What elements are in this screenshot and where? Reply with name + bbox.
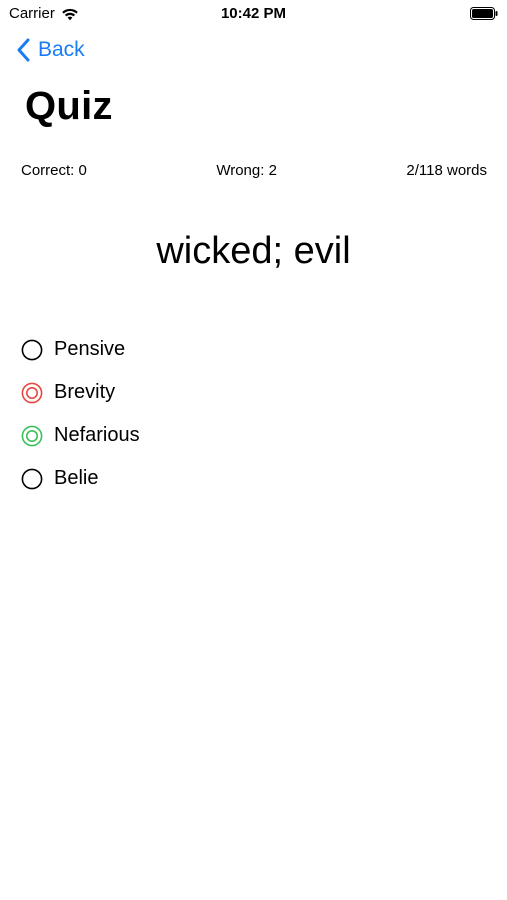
status-bar: Carrier 10:42 PM — [0, 0, 507, 28]
option-label: Brevity — [54, 381, 116, 403]
back-button-label: Back — [38, 38, 85, 61]
option-label: Pensive — [54, 338, 126, 360]
status-time: 10:42 PM — [220, 5, 287, 22]
progress-count: 2/118 words — [406, 162, 487, 179]
option-label: Belie — [54, 467, 99, 489]
option-brevity[interactable]: Brevity — [21, 371, 481, 414]
option-nefarious[interactable]: Nefarious — [21, 414, 481, 457]
quiz-stats: Correct: 0 Wrong: 2 2/118 words — [21, 162, 487, 179]
wrong-count: Wrong: 2 — [216, 162, 277, 179]
option-belie[interactable]: Belie — [21, 457, 481, 500]
quiz-screen: Carrier 10:42 PM Back Quiz Correct: 0 Wr… — [0, 0, 507, 900]
battery-icon — [470, 7, 498, 20]
back-button[interactable]: Back — [16, 38, 85, 62]
radio-correct-icon — [21, 425, 43, 446]
page-title: Quiz — [25, 84, 113, 128]
answer-options: Pensive Brevity Nefarious Belie — [21, 328, 481, 500]
option-label: Nefarious — [54, 424, 140, 446]
radio-wrong-icon — [21, 382, 43, 403]
chevron-left-icon — [17, 38, 30, 62]
correct-count: Correct: 0 — [21, 162, 87, 179]
question-definition: wicked; evil — [156, 230, 351, 272]
option-pensive[interactable]: Pensive — [21, 328, 481, 371]
radio-unselected-icon — [21, 339, 43, 360]
radio-unselected-icon — [21, 468, 43, 489]
